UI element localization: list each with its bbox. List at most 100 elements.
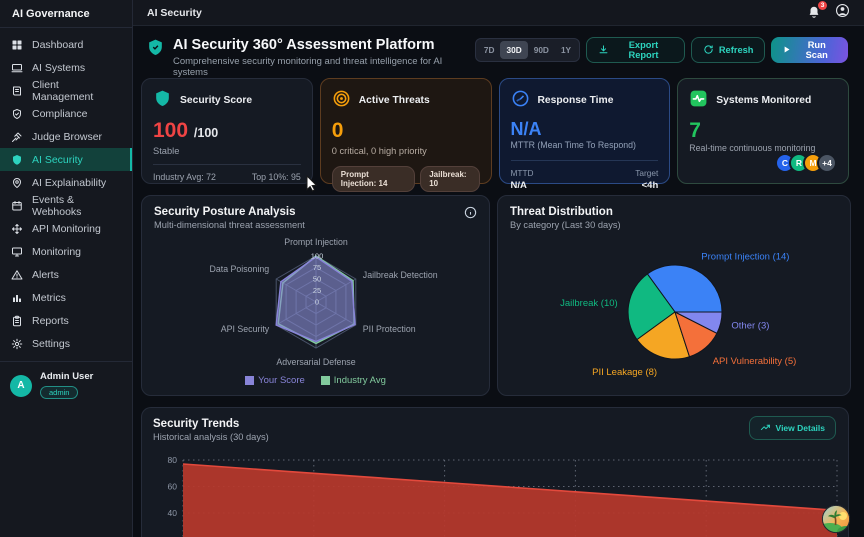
sidebar-item-label: AI Systems: [32, 61, 86, 74]
export-report-label: Export Report: [628, 40, 659, 60]
security-score-value: 100: [153, 119, 189, 142]
svg-text:Other (3): Other (3): [731, 321, 769, 332]
response-time-value: N/A: [510, 119, 542, 139]
system-avatars: C R M +4: [775, 153, 837, 173]
time-range-selector: 7D 30D 90D 1Y: [474, 38, 581, 62]
trending-up-icon: [760, 422, 771, 435]
threat-distribution-card: Threat Distribution By category (Last 30…: [497, 195, 851, 396]
ai-explainability-icon: [10, 176, 23, 189]
svg-text:100: 100: [311, 252, 324, 261]
sidebar-item-label: Monitoring: [32, 245, 82, 258]
refresh-button[interactable]: Refresh: [690, 37, 766, 63]
radar-subtitle: Multi-dimensional threat assessment: [154, 220, 305, 230]
sidebar-item-api-monitoring[interactable]: API Monitoring: [0, 217, 132, 240]
active-threats-card: Active Threats 0 0 critical, 0 high prio…: [319, 78, 492, 192]
compliance-icon: [10, 107, 23, 120]
mttr-subtitle: MTTR (Mean Time To Respond): [510, 140, 636, 150]
sidebar-item-label: API Monitoring: [32, 222, 101, 235]
avatar: A: [10, 374, 32, 397]
threats-subtitle: 0 critical, 0 high priority: [331, 146, 427, 156]
view-details-label: View Details: [775, 423, 825, 433]
threat-badges: Prompt Injection: 14 Jailbreak: 10: [331, 166, 480, 192]
sidebar-item-ai-security[interactable]: AI Security: [0, 148, 132, 171]
sidebar-item-dashboard[interactable]: Dashboard: [0, 33, 132, 56]
target-label: Target: [635, 168, 659, 178]
reports-icon: [10, 314, 23, 327]
sidebar-item-client-management[interactable]: Client Management: [0, 79, 132, 103]
svg-text:API Vulnerability (5): API Vulnerability (5): [713, 356, 797, 367]
export-report-button[interactable]: Export Report: [586, 37, 685, 63]
sidebar-item-judge-browser[interactable]: Judge Browser: [0, 125, 132, 148]
systems-subtitle: Real-time continuous monitoring: [689, 143, 816, 153]
refresh-label: Refresh: [718, 45, 754, 55]
sidebar-nav: Dashboard AI Systems Client Management Comp…: [0, 28, 132, 355]
response-time-card: Response Time N/A MTTR (Mean Time To Res…: [498, 78, 671, 191]
sidebar-item-monitoring[interactable]: Monitoring: [0, 240, 132, 263]
shield-logo-icon: [146, 38, 165, 62]
sidebar-item-compliance[interactable]: Compliance: [0, 102, 132, 125]
sidebar-item-label: Reports: [32, 314, 69, 327]
sidebar-item-label: Judge Browser: [32, 130, 103, 143]
svg-text:40: 40: [168, 508, 178, 518]
target-icon: [332, 89, 351, 111]
user-name: Admin User: [40, 371, 94, 382]
sidebar-item-label: Compliance: [32, 107, 88, 120]
sidebar-item-label: Dashboard: [32, 38, 84, 51]
trend-chart: 80 60 40: [168, 455, 838, 537]
pie-title: Threat Distribution: [510, 206, 613, 218]
sidebar-title: AI Governance: [0, 0, 132, 28]
sidebar-item-label: Metrics: [32, 291, 66, 304]
threat-badge: Jailbreak: 10: [420, 166, 480, 192]
pie-subtitle: By category (Last 30 days): [510, 220, 621, 230]
download-icon: [598, 44, 609, 57]
svg-text:60: 60: [168, 482, 178, 492]
run-scan-button[interactable]: Run Scan: [771, 37, 848, 63]
svg-text:Data Poisoning: Data Poisoning: [210, 264, 270, 274]
view-details-button[interactable]: View Details: [748, 416, 836, 440]
user-section[interactable]: A Admin User admin: [0, 361, 132, 409]
events-webhooks-icon: [10, 199, 23, 212]
sidebar-item-events-webhooks[interactable]: Events & Webhooks: [0, 194, 132, 218]
svg-text:25: 25: [313, 286, 321, 295]
sidebar-item-label: Settings: [32, 337, 70, 350]
judge-browser-icon: [10, 130, 23, 143]
activity-icon: [689, 89, 708, 111]
radar-title: Security Posture Analysis: [154, 206, 296, 218]
sidebar-item-label: Alerts: [32, 268, 59, 281]
metrics-icon: [10, 291, 23, 304]
island-badge-icon: [821, 504, 851, 537]
role-badge: admin: [40, 386, 79, 399]
trends-subtitle: Historical analysis (30 days): [153, 432, 269, 442]
page-content: AI Security 360° Assessment Platform Com…: [133, 27, 864, 537]
user-menu-button[interactable]: [835, 3, 850, 23]
time-range-90d[interactable]: 90D: [528, 41, 555, 59]
sidebar-item-settings[interactable]: Settings: [0, 332, 132, 355]
dashboard-icon: [10, 38, 23, 51]
time-range-1y[interactable]: 1Y: [555, 41, 577, 59]
play-icon: [782, 45, 791, 56]
radar-legend: Your Score Industry Avg: [154, 375, 477, 386]
svg-text:0: 0: [315, 298, 319, 307]
sidebar-item-reports[interactable]: Reports: [0, 309, 132, 332]
sidebar-item-ai-systems[interactable]: AI Systems: [0, 56, 132, 79]
svg-text:80: 80: [168, 455, 178, 465]
page-header: AI Security 360° Assessment Platform Com…: [141, 27, 849, 78]
main-area: AI Security 3 AI Security 360° Assessmen…: [133, 0, 864, 537]
card-title: Response Time: [537, 94, 614, 106]
app-root: AI Governance Dashboard AI Systems Client …: [0, 0, 864, 537]
legend-item: Your Score: [245, 375, 305, 386]
notifications-button[interactable]: 3: [807, 1, 827, 20]
ai-systems-icon: [10, 61, 23, 74]
svg-text:Jailbreak (10): Jailbreak (10): [560, 298, 618, 309]
sidebar-item-metrics[interactable]: Metrics: [0, 286, 132, 309]
sidebar-item-alerts[interactable]: Alerts: [0, 263, 132, 286]
time-range-7d[interactable]: 7D: [478, 41, 501, 59]
time-range-30d[interactable]: 30D: [500, 41, 528, 59]
refresh-icon: [703, 44, 714, 57]
card-title: Systems Monitored: [716, 94, 812, 106]
page-subtitle: Comprehensive security monitoring and th…: [173, 56, 443, 78]
stats-row: Security Score 100 /100 Stable Industry …: [141, 78, 849, 192]
info-icon[interactable]: [464, 206, 477, 224]
sidebar-item-ai-explainability[interactable]: AI Explainability: [0, 171, 132, 194]
svg-text:Adversarial Defense: Adversarial Defense: [276, 357, 355, 367]
